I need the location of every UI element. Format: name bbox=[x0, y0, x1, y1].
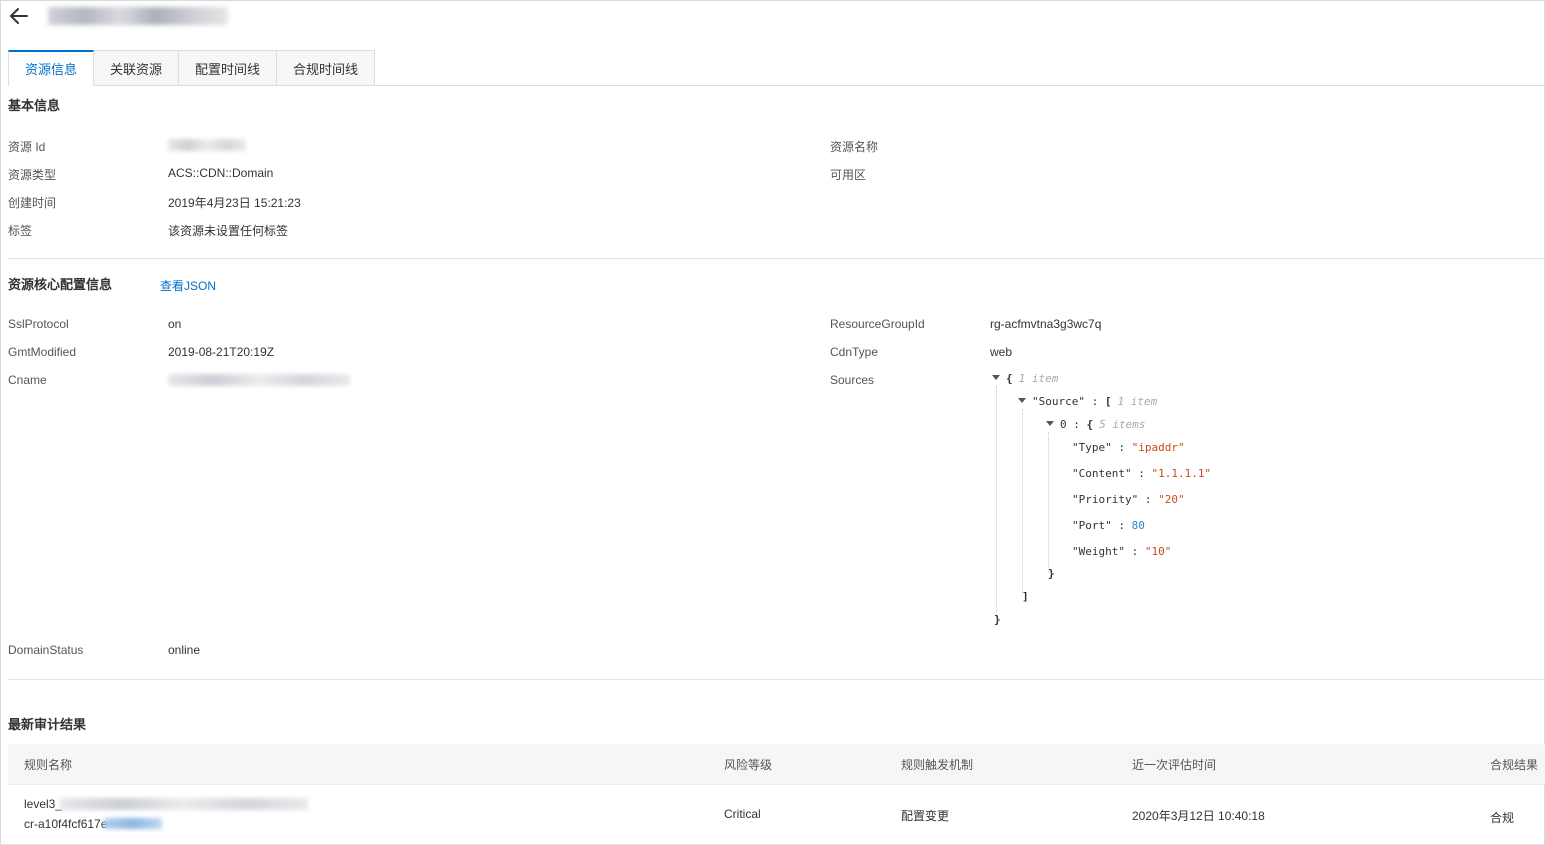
gmt-modified-label: GmtModified bbox=[8, 345, 77, 359]
gmt-modified-value: 2019-08-21T20:19Z bbox=[168, 345, 275, 359]
resource-type-value: ACS::CDN::Domain bbox=[168, 166, 274, 180]
ssl-protocol-value: on bbox=[168, 317, 182, 331]
caret-down-icon[interactable] bbox=[1018, 398, 1026, 403]
section-divider bbox=[8, 679, 1545, 680]
json-source-line[interactable]: "Source" : [1 item bbox=[1018, 394, 1157, 410]
json-indent-guide bbox=[996, 386, 997, 618]
cdn-type-label: CdnType bbox=[830, 345, 879, 359]
json-close-brace: } bbox=[1048, 567, 1055, 580]
resource-id-label: 资源 Id bbox=[8, 140, 46, 154]
arrow-left-icon[interactable] bbox=[8, 5, 30, 27]
created-time-value: 2019年4月23日 15:21:23 bbox=[168, 196, 301, 210]
tags-label: 标签 bbox=[8, 224, 33, 238]
resource-name-label: 资源名称 bbox=[830, 140, 879, 154]
domain-status-label: DomainStatus bbox=[8, 643, 84, 657]
page-title-redacted bbox=[48, 7, 228, 25]
zone-label: 可用区 bbox=[830, 168, 867, 182]
eval-time-value: 2020年3月12日 10:40:18 bbox=[1132, 809, 1265, 823]
basic-info-title: 基本信息 bbox=[8, 98, 61, 113]
json-indent-guide bbox=[1022, 409, 1023, 595]
section-divider bbox=[8, 258, 1545, 259]
tab-related-resources[interactable]: 关联资源 bbox=[94, 50, 180, 86]
trigger-value: 配置变更 bbox=[901, 809, 950, 823]
col-result: 合规结果 bbox=[1490, 758, 1539, 772]
ssl-protocol-label: SslProtocol bbox=[8, 317, 69, 331]
rule-name-redacted bbox=[60, 798, 308, 810]
rule-name-prefix: level3_ bbox=[24, 797, 63, 811]
cdn-type-value: web bbox=[990, 345, 1013, 359]
col-eval-time: 近一次评估时间 bbox=[1132, 758, 1217, 772]
resource-type-label: 资源类型 bbox=[8, 168, 57, 182]
col-rule-name: 规则名称 bbox=[24, 758, 73, 772]
caret-down-icon[interactable] bbox=[1046, 421, 1054, 426]
json-priority-line: "Priority" : "20" bbox=[1072, 493, 1185, 506]
cname-label: Cname bbox=[8, 373, 47, 387]
tab-config-timeline[interactable]: 配置时间线 bbox=[179, 50, 278, 86]
core-config-title: 资源核心配置信息 bbox=[8, 277, 113, 292]
tab-compliance-timeline[interactable]: 合规时间线 bbox=[277, 50, 376, 86]
cname-value-redacted bbox=[168, 374, 350, 386]
compliance-result-value: 合规 bbox=[1490, 811, 1515, 825]
json-item-line[interactable]: 0 : {5 items bbox=[1046, 417, 1145, 433]
json-close-root: } bbox=[994, 613, 1001, 626]
page-frame bbox=[0, 0, 1545, 845]
tags-value: 该资源未设置任何标签 bbox=[168, 224, 289, 238]
json-close-bracket: ] bbox=[1022, 590, 1029, 603]
resource-id-value-redacted bbox=[168, 139, 246, 151]
tab-bar: 资源信息 关联资源 配置时间线 合规时间线 bbox=[8, 50, 376, 86]
audit-table-header bbox=[8, 744, 1545, 784]
resource-group-label: ResourceGroupId bbox=[830, 317, 925, 331]
json-indent-guide bbox=[1048, 432, 1049, 572]
sources-label: Sources bbox=[830, 373, 875, 387]
created-time-label: 创建时间 bbox=[8, 196, 57, 210]
tab-resource-info[interactable]: 资源信息 bbox=[8, 50, 95, 86]
view-json-link[interactable]: 查看JSON bbox=[160, 277, 216, 294]
json-content-line: "Content" : "1.1.1.1" bbox=[1072, 467, 1212, 480]
page-header bbox=[8, 4, 228, 28]
resource-group-value: rg-acfmvtna3g3wc7q bbox=[990, 317, 1102, 331]
json-root-line[interactable]: {1 item bbox=[992, 371, 1058, 387]
caret-down-icon[interactable] bbox=[992, 375, 1000, 380]
audit-title: 最新审计结果 bbox=[8, 717, 87, 732]
json-type-line: "Type" : "ipaddr" bbox=[1072, 441, 1185, 454]
domain-status-value: online bbox=[168, 643, 201, 657]
rule-id-link[interactable]: cr-a10f4fcf617e bbox=[24, 817, 107, 831]
json-port-line: "Port" : 80 bbox=[1072, 519, 1145, 532]
risk-level-value: Critical bbox=[724, 807, 761, 821]
json-weight-line: "Weight" : "10" bbox=[1072, 545, 1172, 558]
col-risk-level: 风险等级 bbox=[724, 758, 773, 772]
rule-id-redacted bbox=[104, 818, 162, 829]
table-row-divider bbox=[8, 784, 1545, 785]
col-trigger: 规则触发机制 bbox=[901, 758, 974, 772]
